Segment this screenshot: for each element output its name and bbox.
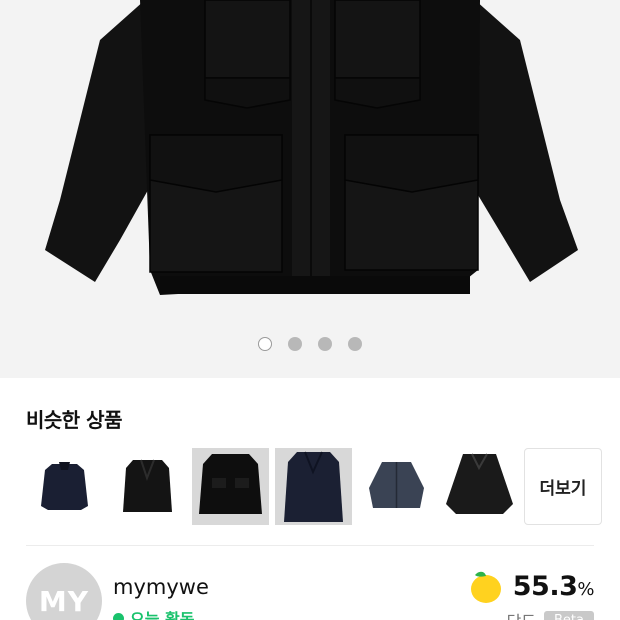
similar-item-6[interactable] bbox=[441, 448, 518, 525]
bomber-thumbnail bbox=[369, 462, 424, 508]
seller-avatar[interactable]: MY bbox=[26, 563, 102, 620]
jacket-thumbnail bbox=[41, 462, 88, 510]
activity-label: 오늘 활동 bbox=[130, 610, 195, 620]
product-image-carousel[interactable] bbox=[0, 0, 620, 378]
similar-item-5[interactable] bbox=[358, 448, 435, 525]
carousel-pagination bbox=[0, 337, 620, 351]
shirt-jacket-thumbnail bbox=[446, 453, 513, 514]
sweetness-row: 당도 Beta bbox=[507, 608, 594, 620]
seller-score: 55.3% bbox=[465, 566, 594, 606]
more-similar-button[interactable]: 더보기 bbox=[524, 448, 602, 525]
similar-item-3[interactable] bbox=[192, 448, 269, 525]
online-dot-icon bbox=[113, 612, 124, 620]
similar-products-list: 더보기 bbox=[26, 448, 602, 525]
lemon-icon bbox=[470, 571, 501, 603]
field-jacket-thumbnail bbox=[199, 454, 262, 514]
sweetness-label: 당도 bbox=[507, 608, 536, 620]
coat-thumbnail bbox=[123, 459, 172, 512]
trench-thumbnail bbox=[284, 451, 343, 522]
similar-item-2[interactable] bbox=[109, 448, 186, 525]
carousel-dot-3[interactable] bbox=[318, 337, 332, 351]
similar-item-4[interactable] bbox=[275, 448, 352, 525]
product-photo-jacket bbox=[45, 0, 578, 295]
similar-products-title: 비슷한 상품 bbox=[26, 408, 122, 432]
carousel-dot-2[interactable] bbox=[288, 337, 302, 351]
similar-item-1[interactable] bbox=[26, 448, 103, 525]
score-value: 55.3% bbox=[512, 570, 595, 602]
beta-badge: Beta bbox=[544, 610, 594, 620]
carousel-dot-4[interactable] bbox=[348, 337, 362, 351]
seller-name[interactable]: mymywe bbox=[113, 575, 209, 599]
section-divider bbox=[26, 545, 594, 546]
carousel-dot-1[interactable] bbox=[258, 337, 272, 351]
seller-activity-status: 오늘 활동 bbox=[113, 606, 194, 620]
